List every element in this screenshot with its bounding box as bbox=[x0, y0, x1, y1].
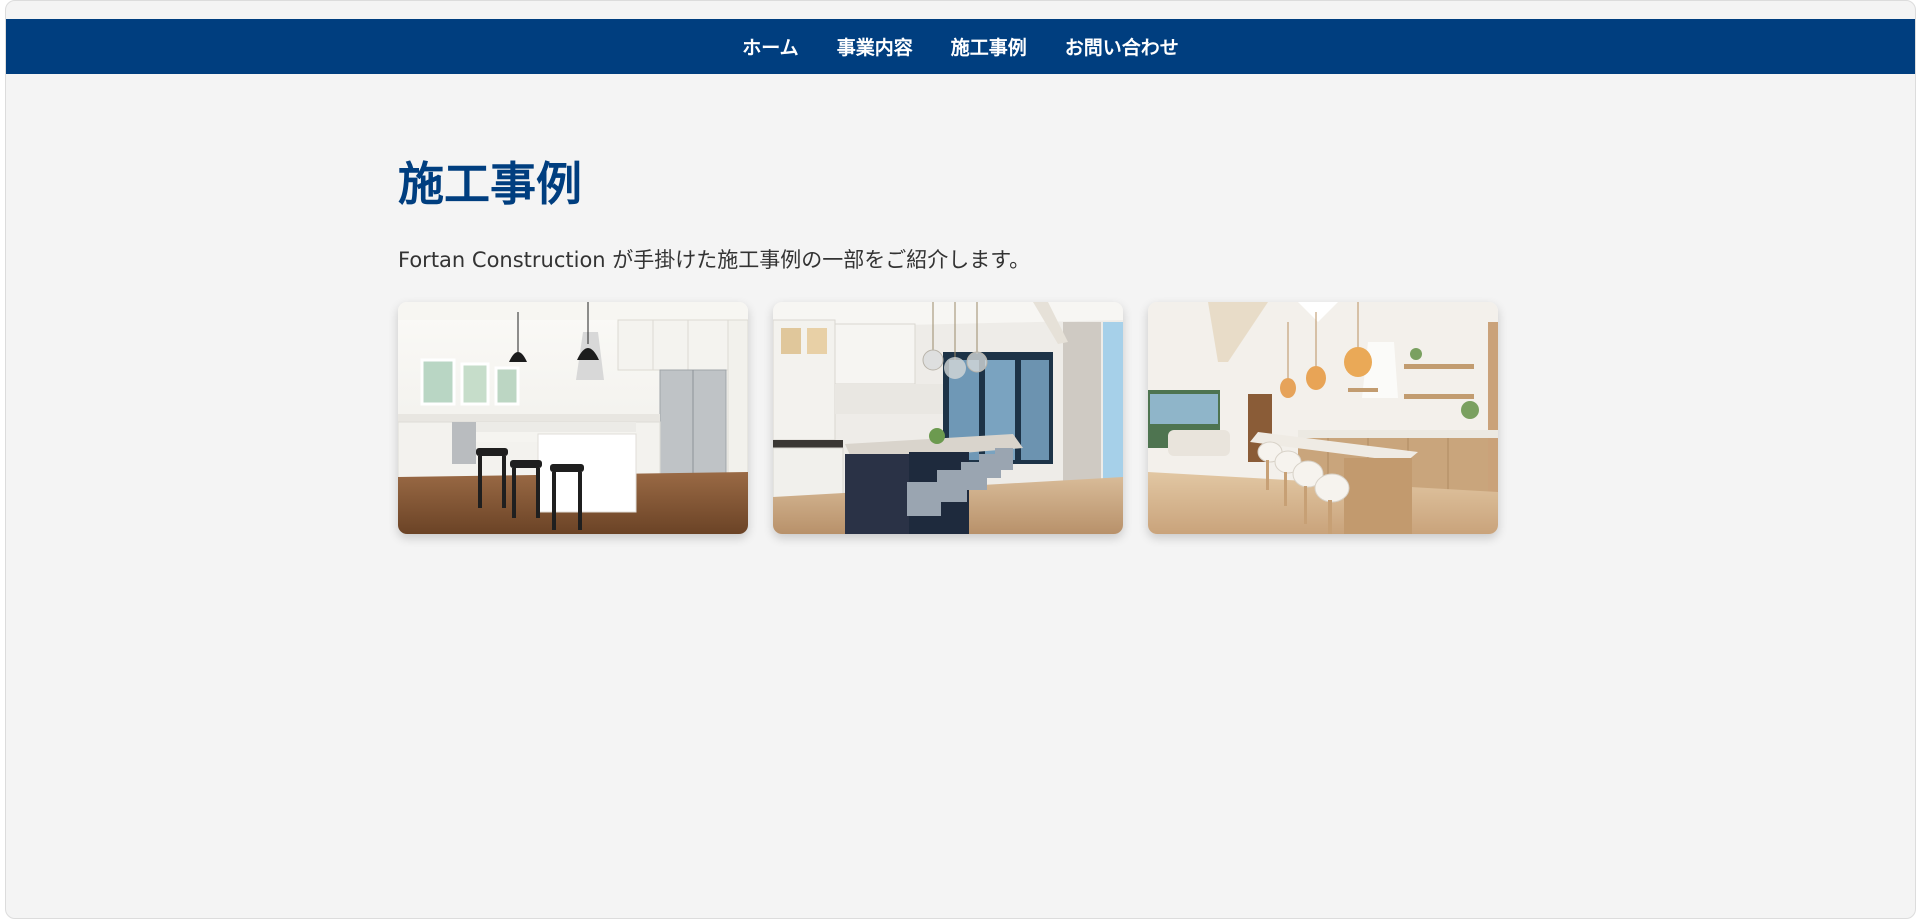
intro-text: Fortan Construction が手掛けた施工事例の一部をご紹介します。 bbox=[398, 248, 1031, 272]
kitchen-photo-2 bbox=[773, 302, 1123, 534]
kitchen-photo-1 bbox=[398, 302, 748, 534]
kitchen-photo-3 bbox=[1148, 302, 1498, 534]
works-gallery bbox=[398, 302, 1498, 534]
nav-item-services[interactable]: 事業内容 bbox=[837, 33, 913, 60]
nav-item-works[interactable]: 施工事例 bbox=[951, 33, 1027, 60]
page-title: 施工事例 bbox=[398, 157, 582, 211]
nav-item-home[interactable]: ホーム bbox=[742, 33, 798, 60]
main-navigation: ホーム 事業内容 施工事例 お問い合わせ bbox=[6, 19, 1915, 74]
browser-viewport: ホーム 事業内容 施工事例 お問い合わせ 施工事例 Fortan Constru… bbox=[5, 0, 1916, 919]
nav-item-contact[interactable]: お問い合わせ bbox=[1065, 33, 1179, 60]
